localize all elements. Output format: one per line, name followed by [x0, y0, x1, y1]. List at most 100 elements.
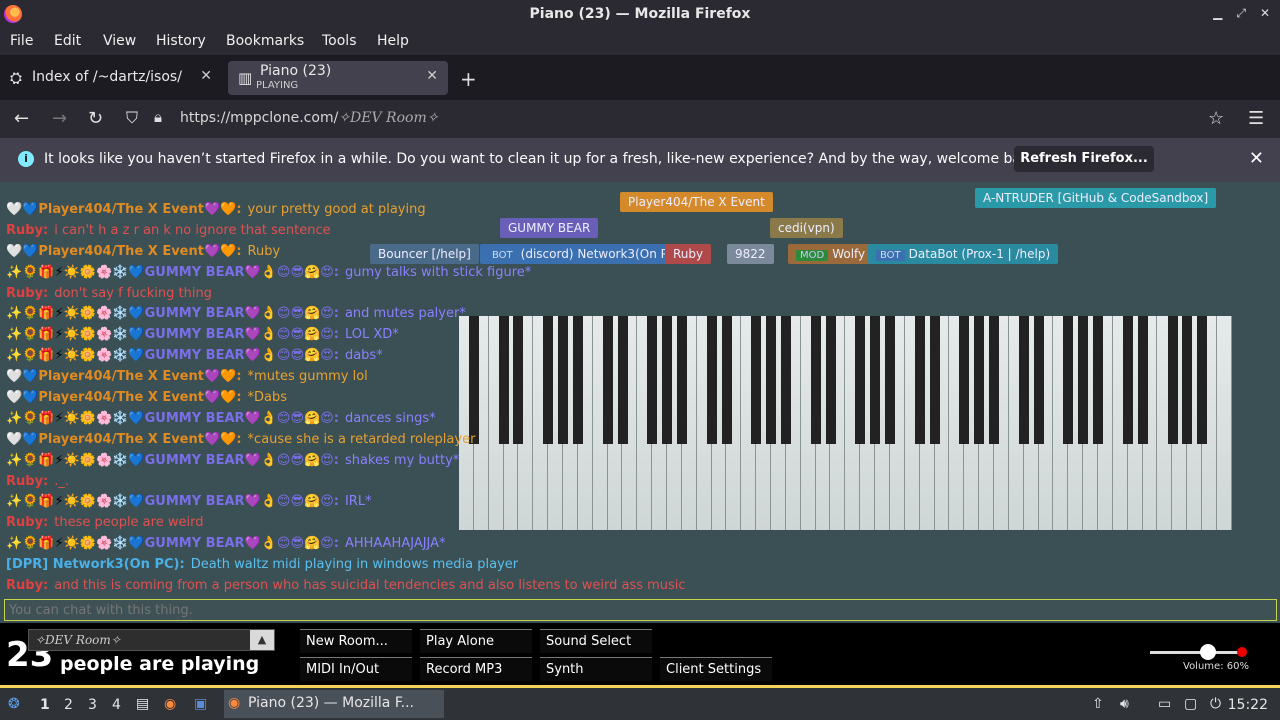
- black-key[interactable]: [914, 316, 925, 445]
- chat-author[interactable]: Player404/The X Event💜🧡:: [38, 202, 241, 217]
- black-key[interactable]: [974, 316, 985, 445]
- workspace-2[interactable]: 2: [64, 697, 73, 713]
- tab-isos[interactable]: ⛭ Index of /~dartz/isos/ ✕: [0, 61, 222, 95]
- chat-author[interactable]: Player404/The X Event💜🧡:: [38, 390, 241, 405]
- menu-history[interactable]: History: [156, 33, 206, 49]
- black-key[interactable]: [766, 316, 777, 445]
- display-icon[interactable]: ▢: [1184, 696, 1197, 712]
- bookmark-star-icon[interactable]: ☆: [1208, 108, 1224, 129]
- chat-author[interactable]: Player404/The X Event💜🧡:: [38, 432, 241, 447]
- close-icon[interactable]: ✕: [1249, 148, 1264, 169]
- reload-icon[interactable]: ↻: [88, 108, 103, 129]
- synth-button[interactable]: Synth: [540, 657, 652, 681]
- record-mp3-button[interactable]: Record MP3: [420, 657, 532, 681]
- chat-author[interactable]: [DPR] Network3(On PC):: [6, 557, 185, 572]
- chat-author[interactable]: Ruby:: [6, 474, 48, 489]
- sound-select-button[interactable]: Sound Select: [540, 629, 652, 653]
- black-key[interactable]: [989, 316, 1000, 445]
- black-key[interactable]: [1063, 316, 1074, 445]
- workspace-4[interactable]: 4: [112, 697, 121, 713]
- black-key[interactable]: [855, 316, 866, 445]
- record-indicator-icon[interactable]: [1237, 647, 1247, 657]
- taskbar-firefox-window[interactable]: ◉ Piano (23) — Mozilla F...: [224, 690, 444, 718]
- chat-author[interactable]: GUMMY BEAR💜👌😊😎🤗😍:: [145, 411, 339, 426]
- close-icon[interactable]: ✕: [1260, 6, 1270, 21]
- refresh-firefox-button[interactable]: Refresh Firefox...: [1014, 146, 1154, 172]
- menu-tools[interactable]: Tools: [322, 33, 357, 49]
- menu-bookmarks[interactable]: Bookmarks: [226, 33, 304, 49]
- new-tab-icon[interactable]: +: [460, 67, 477, 91]
- piano-icon: ▥: [238, 69, 253, 87]
- lock-icon[interactable]: 🔒︎: [154, 108, 162, 126]
- play-alone-button[interactable]: Play Alone: [420, 629, 532, 653]
- url-bar[interactable]: https://mppclone.com/✧DEV Room✧: [180, 110, 438, 126]
- workspace-3[interactable]: 3: [88, 697, 97, 713]
- volume-slider[interactable]: [1150, 651, 1240, 654]
- back-icon[interactable]: ←: [14, 108, 29, 129]
- shield-icon[interactable]: ⛉: [126, 108, 138, 128]
- user-chip[interactable]: cedi(vpn): [770, 218, 843, 238]
- menu-view[interactable]: View: [103, 33, 136, 49]
- chat-author[interactable]: Ruby:: [6, 578, 48, 593]
- black-key[interactable]: [870, 316, 881, 445]
- chevron-up-icon[interactable]: ▲: [250, 630, 274, 650]
- user-chip[interactable]: BOT DataBot (Prox-1 | /help): [868, 244, 1059, 264]
- menu-help[interactable]: Help: [377, 33, 409, 49]
- upload-icon[interactable]: ⇧: [1092, 696, 1104, 712]
- menu-file[interactable]: File: [10, 33, 33, 49]
- chat-emoji: ✨🌻🎁⚡☀️🌼🌸❄️💙: [6, 306, 145, 322]
- chat-author[interactable]: Player404/The X Event💜🧡:: [38, 244, 241, 259]
- maximize-icon[interactable]: ⤢: [1236, 6, 1246, 21]
- volume-icon[interactable]: 🔊︎: [1120, 696, 1129, 712]
- chat-author[interactable]: Ruby:: [6, 223, 48, 238]
- user-chip[interactable]: A-NTRUDER [GitHub & CodeSandbox]: [975, 188, 1217, 208]
- tab-close-icon[interactable]: ✕: [200, 68, 212, 84]
- client-settings-button[interactable]: Client Settings: [660, 657, 772, 681]
- volume-knob[interactable]: [1200, 644, 1216, 660]
- white-key[interactable]: [1216, 316, 1232, 530]
- clipboard-icon[interactable]: ▭: [1158, 696, 1171, 712]
- chat-author[interactable]: GUMMY BEAR💜👌😊😎🤗😍:: [145, 265, 339, 280]
- tab-piano[interactable]: ▥ Piano (23) PLAYING ✕: [228, 61, 448, 95]
- chat-author[interactable]: GUMMY BEAR💜👌😊😎🤗😍:: [145, 453, 339, 468]
- chat-author[interactable]: Ruby:: [6, 286, 48, 301]
- new-room-button[interactable]: New Room...: [300, 629, 412, 653]
- black-key[interactable]: [959, 316, 970, 445]
- chat-author[interactable]: GUMMY BEAR💜👌😊😎🤗😍:: [145, 327, 339, 342]
- chat-author[interactable]: Player404/The X Event💜🧡:: [38, 369, 241, 384]
- black-key[interactable]: [1033, 316, 1044, 445]
- black-key[interactable]: [1137, 316, 1148, 445]
- chat-input[interactable]: [4, 599, 1277, 621]
- forward-icon[interactable]: →: [52, 108, 67, 129]
- user-chip[interactable]: MOD Wolfy: [788, 244, 874, 264]
- chat-author[interactable]: GUMMY BEAR💜👌😊😎🤗😍:: [145, 494, 339, 509]
- menu-edit[interactable]: Edit: [54, 33, 81, 49]
- black-key[interactable]: [781, 316, 792, 445]
- black-key[interactable]: [825, 316, 836, 445]
- room-select[interactable]: ✧DEV Room✧ ▲: [28, 629, 275, 651]
- black-key[interactable]: [929, 316, 940, 445]
- chat-author[interactable]: Ruby:: [6, 515, 48, 530]
- black-key[interactable]: [1078, 316, 1089, 445]
- start-menu-icon[interactable]: ❂: [8, 696, 20, 712]
- chat-author[interactable]: GUMMY BEAR💜👌😊😎🤗😍:: [145, 306, 339, 321]
- chat-author[interactable]: GUMMY BEAR💜👌😊😎🤗😍:: [145, 536, 339, 551]
- file-manager-icon[interactable]: ▤: [136, 696, 149, 712]
- black-key[interactable]: [1122, 316, 1133, 445]
- minimize-icon[interactable]: ▁: [1213, 6, 1222, 21]
- tab-close-icon[interactable]: ✕: [426, 68, 438, 84]
- hamburger-menu-icon[interactable]: ☰: [1248, 108, 1264, 129]
- chat-author[interactable]: GUMMY BEAR💜👌😊😎🤗😍:: [145, 348, 339, 363]
- workspace-1[interactable]: 1: [40, 697, 50, 713]
- black-key[interactable]: [1182, 316, 1193, 445]
- midi-in-out-button[interactable]: MIDI In/Out: [300, 657, 412, 681]
- black-key[interactable]: [1197, 316, 1208, 445]
- black-key[interactable]: [885, 316, 896, 445]
- black-key[interactable]: [1167, 316, 1178, 445]
- black-key[interactable]: [810, 316, 821, 445]
- terminal-icon[interactable]: ▣: [194, 696, 207, 712]
- power-icon[interactable]: ⏻: [1210, 696, 1221, 712]
- black-key[interactable]: [1093, 316, 1104, 445]
- firefox-launcher-icon[interactable]: ◉: [164, 696, 176, 712]
- black-key[interactable]: [1018, 316, 1029, 445]
